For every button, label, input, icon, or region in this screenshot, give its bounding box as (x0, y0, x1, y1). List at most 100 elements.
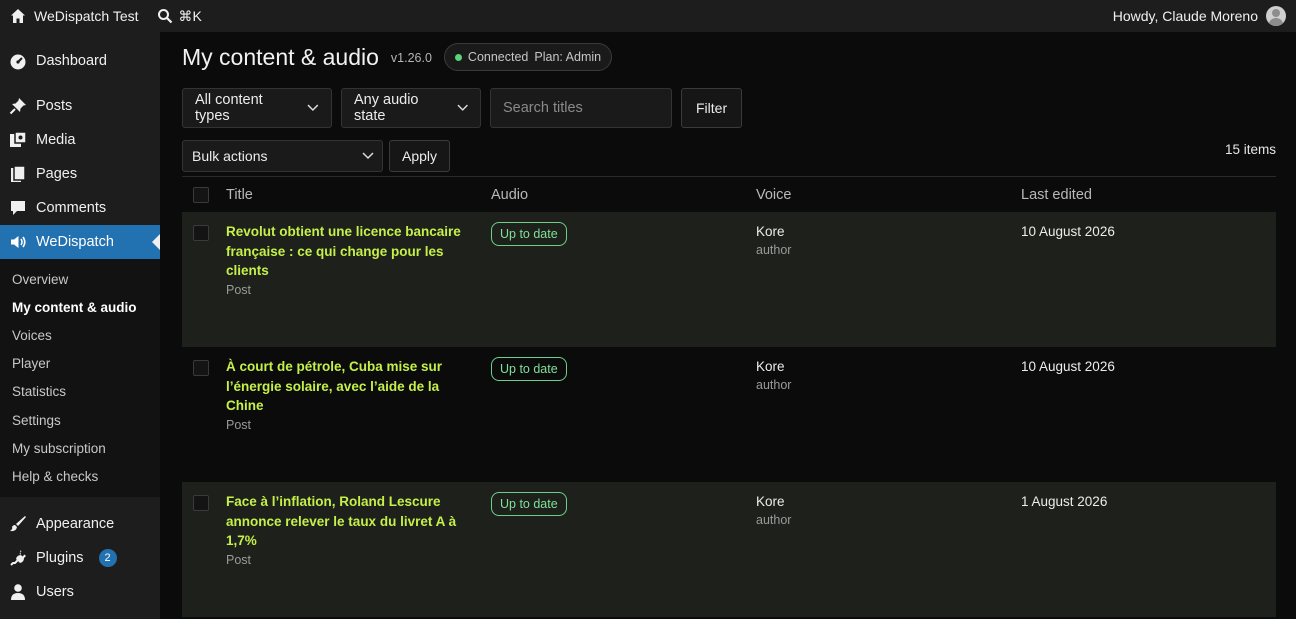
sidebar-item-label: Comments (36, 200, 107, 216)
sidebar-item-label: Pages (36, 166, 78, 182)
search-titles-input[interactable] (490, 88, 672, 128)
status-badge: Up to date (491, 492, 567, 516)
bulk-actions-select[interactable]: Bulk actions (182, 140, 383, 172)
account-menu[interactable]: Howdy, Claude Moreno (1113, 6, 1286, 26)
filter-button[interactable]: Filter (681, 88, 743, 128)
page-header: My content & audio v1.26.0 Connected Pla… (182, 43, 613, 71)
media-icon (9, 131, 27, 149)
submenu-settings[interactable]: Settings (0, 406, 160, 434)
submenu-help-checks[interactable]: Help & checks (0, 462, 160, 490)
voice-name: Kore (756, 224, 785, 239)
audio-cell: Up to date (491, 357, 756, 381)
row-checkbox-cell (182, 357, 226, 376)
site-name: WeDispatch Test (34, 8, 139, 24)
plugin-version: v1.26.0 (390, 51, 432, 65)
plug-icon (9, 549, 27, 567)
title-cell: Face à l’inflation, Roland Lescure annon… (226, 492, 491, 567)
connection-status-pill: Connected Plan: Admin (443, 43, 613, 71)
page-title: My content & audio (182, 43, 379, 70)
table-row: À court de pétrole, Cuba mise sur l’éner… (182, 347, 1276, 482)
chevron-down-icon (362, 152, 374, 160)
sidebar-item-label: WeDispatch (36, 234, 114, 250)
main-content: My content & audio v1.26.0 Connected Pla… (182, 32, 1276, 619)
sidebar-item-label: Posts (36, 98, 73, 114)
title-cell: Revolut obtient une licence bancaire fra… (226, 222, 491, 297)
audio-state-select[interactable]: Any audio state (341, 88, 481, 128)
submenu-overview[interactable]: Overview (0, 265, 160, 293)
submenu-player[interactable]: Player (0, 350, 160, 378)
items-count: 15 items (1224, 142, 1276, 157)
speaker-icon (9, 233, 27, 251)
submenu-statistics[interactable]: Statistics (0, 378, 160, 406)
last-edited-date: 1 August 2026 (1021, 494, 1108, 509)
sidebar-item-pages[interactable]: Pages (0, 157, 160, 191)
greeting: Howdy, Claude Moreno (1112, 8, 1258, 24)
content-type-value: All content types (195, 92, 263, 124)
submenu-voices[interactable]: Voices (0, 321, 160, 349)
wedispatch-submenu: Overview My content & audio Voices Playe… (0, 259, 160, 497)
sidebar-item-users[interactable]: Users (0, 575, 160, 609)
sidebar-item-posts[interactable]: Posts (0, 89, 160, 123)
connection-status: Connected (467, 50, 529, 64)
post-title-link[interactable]: À court de pétrole, Cuba mise sur l’éner… (226, 357, 466, 416)
submenu-my-subscription[interactable]: My subscription (0, 434, 160, 462)
voice-name: Kore (756, 494, 785, 509)
plugins-update-badge: 2 (98, 548, 117, 567)
voice-cell: Kore author (756, 492, 1021, 527)
status-badge: Up to date (491, 222, 567, 246)
plan-label: Plan: Admin (534, 50, 602, 64)
row-checkbox-cell (182, 492, 226, 511)
voice-name: Kore (756, 359, 785, 374)
user-icon (9, 583, 27, 601)
status-dot-icon (454, 53, 462, 61)
voice-role: author (756, 242, 792, 257)
audio-cell: Up to date (491, 222, 756, 246)
post-title-link[interactable]: Revolut obtient une licence bancaire fra… (226, 222, 466, 281)
title-cell: À court de pétrole, Cuba mise sur l’éner… (226, 357, 491, 432)
submenu-my-content-audio[interactable]: My content & audio (0, 293, 160, 321)
post-type: Post (226, 417, 252, 432)
post-type: Post (226, 552, 252, 567)
chevron-down-icon (307, 104, 319, 111)
command-search-button[interactable]: ⌘K (157, 8, 202, 25)
status-badge: Up to date (491, 357, 567, 381)
pages-icon (9, 165, 27, 183)
post-type: Post (226, 282, 252, 297)
date-cell: 10 August 2026 (1021, 357, 1276, 377)
dashboard-icon (9, 52, 27, 70)
apply-button[interactable]: Apply (389, 140, 451, 172)
voice-cell: Kore author (756, 222, 1021, 257)
column-voice: Voice (756, 186, 792, 203)
row-checkbox[interactable] (193, 495, 209, 511)
search-icon (157, 9, 172, 24)
voice-cell: Kore author (756, 357, 1021, 392)
post-title-link[interactable]: Face à l’inflation, Roland Lescure annon… (226, 492, 466, 551)
sidebar-item-label: Dashboard (36, 53, 107, 69)
column-title[interactable]: Title (226, 187, 491, 203)
content-type-select[interactable]: All content types (182, 88, 332, 128)
row-checkbox[interactable] (193, 360, 209, 376)
sidebar-item-appearance[interactable]: Appearance (0, 507, 160, 541)
select-all-checkbox[interactable] (193, 186, 209, 203)
sidebar-item-label: Users (36, 583, 74, 600)
admin-sidebar: Dashboard Posts Media Pages Comments WeD… (0, 32, 160, 619)
audio-state-value: Any audio state (354, 92, 419, 124)
voice-role: author (756, 377, 792, 392)
column-last-edited[interactable]: Last edited (1021, 187, 1276, 203)
sidebar-item-plugins[interactable]: Plugins 2 (0, 541, 160, 575)
comment-icon (9, 199, 27, 217)
row-checkbox[interactable] (193, 225, 209, 241)
sidebar-item-media[interactable]: Media (0, 123, 160, 157)
admin-bar: WeDispatch Test ⌘K Howdy, Claude Moreno (0, 0, 1296, 32)
last-edited-date: 10 August 2026 (1021, 359, 1115, 374)
home-icon (11, 9, 25, 23)
table-header: Title Audio Voice Last edited (182, 176, 1276, 212)
sidebar-item-wedispatch[interactable]: WeDispatch (0, 225, 160, 259)
sidebar-item-dashboard[interactable]: Dashboard (0, 44, 160, 78)
sidebar-item-label: Appearance (36, 515, 115, 532)
row-checkbox-cell (182, 222, 226, 241)
sidebar-item-comments[interactable]: Comments (0, 191, 160, 225)
bulk-actions-value: Bulk actions (192, 148, 268, 164)
site-home-link[interactable]: WeDispatch Test (10, 8, 139, 24)
table-row: Revolut obtient une licence bancaire fra… (182, 212, 1276, 347)
